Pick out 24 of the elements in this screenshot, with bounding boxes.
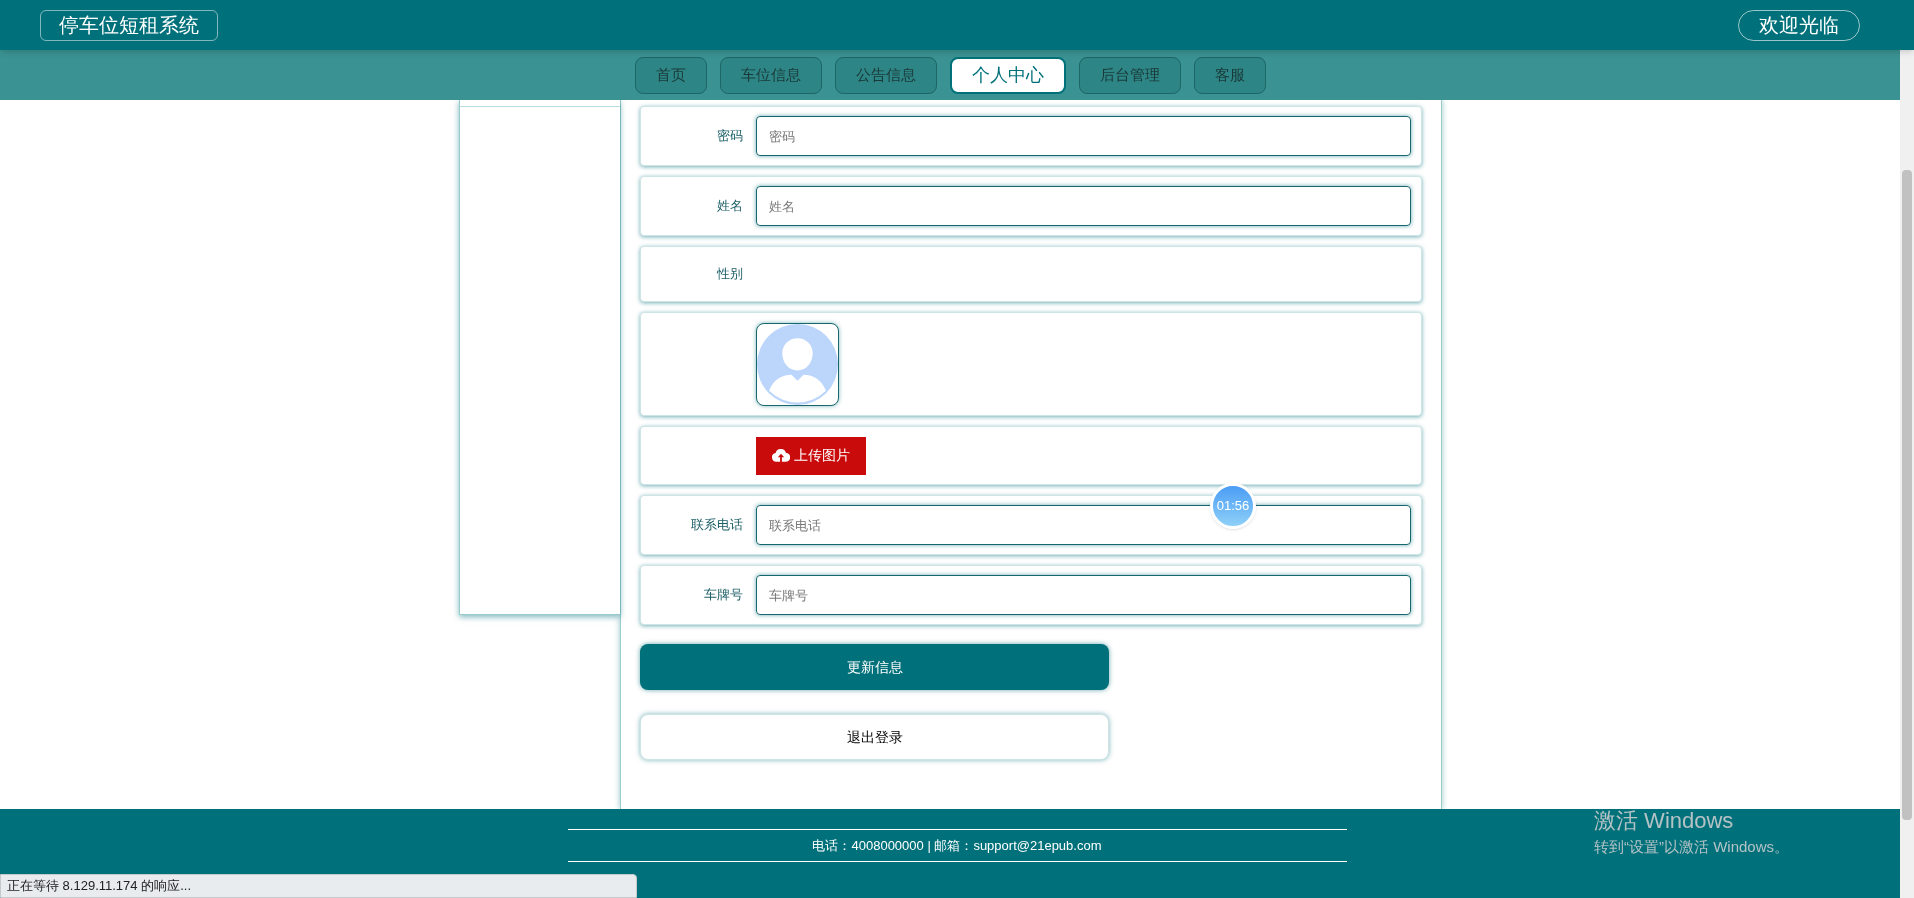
update-button[interactable]: 更新信息 bbox=[640, 644, 1109, 690]
nav-tab[interactable]: 车位信息 bbox=[719, 56, 822, 94]
input-field[interactable]: 车牌号 bbox=[756, 575, 1411, 615]
activation-subtitle: 转到“设置”以激活 Windows。 bbox=[1594, 837, 1789, 857]
site-title: 停车位短租系统 bbox=[40, 9, 218, 41]
field-label: 性别 bbox=[716, 265, 744, 284]
nav-tab[interactable]: 后台管理 bbox=[1078, 56, 1181, 94]
nav-tab[interactable]: 公告信息 bbox=[834, 56, 937, 94]
field-label: 姓名 bbox=[716, 197, 744, 216]
contact-info: 电话：4008000000 | 邮箱：support@21epub.com bbox=[812, 836, 1102, 855]
upload-button[interactable]: 上传图片 bbox=[756, 436, 866, 475]
status-bar: 正在等待 8.129.11.174 的响应... bbox=[0, 874, 637, 898]
activation-title: 激活 Windows bbox=[1594, 810, 1734, 832]
nav-tab[interactable]: 客服 bbox=[1193, 56, 1266, 94]
scrollbar[interactable] bbox=[1900, 50, 1914, 898]
input-field[interactable]: 密码 bbox=[756, 116, 1411, 156]
nav-tab[interactable]: 首页 bbox=[634, 56, 707, 94]
logout-button[interactable]: 退出登录 bbox=[640, 714, 1109, 760]
input-field[interactable]: 姓名 bbox=[756, 186, 1411, 226]
field-label: 密码 bbox=[716, 127, 744, 146]
field-label: 联系电话 bbox=[690, 516, 744, 535]
nav-tab[interactable]: 个人中心 bbox=[949, 56, 1066, 94]
field-label: 车牌号 bbox=[703, 586, 744, 605]
cloud-upload-icon bbox=[772, 449, 790, 462]
